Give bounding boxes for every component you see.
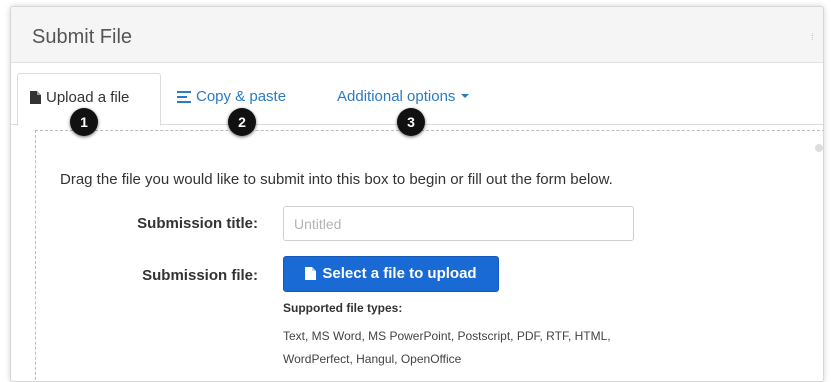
select-file-button[interactable]: Select a file to upload	[283, 256, 499, 292]
supported-types-heading: Supported file types:	[283, 301, 403, 315]
select-file-button-label: Select a file to upload	[322, 265, 477, 282]
align-left-icon	[177, 91, 191, 103]
supported-types-list: Text, MS Word, MS PowerPoint, Postscript…	[283, 329, 611, 366]
submission-title-label: Submission title:	[137, 215, 258, 232]
tab-upload-file-label: Upload a file	[46, 89, 130, 106]
caret-down-icon	[461, 94, 470, 98]
submission-file-label: Submission file:	[142, 267, 258, 284]
submit-file-panel: Submit File ⁞ Upload a file Copy & paste…	[10, 6, 824, 382]
file-icon	[30, 91, 41, 104]
panel-title: Submit File	[32, 26, 133, 48]
panel-header: Submit File ⁞	[11, 7, 823, 63]
dropzone-corner-icon	[815, 144, 823, 152]
step-badge-1: 1	[70, 108, 98, 136]
dropzone-instructions: Drag the file you would like to submit i…	[60, 171, 613, 188]
file-icon	[305, 267, 317, 280]
tab-copy-paste-label: Copy & paste	[196, 88, 287, 105]
file-dropzone[interactable]: Drag the file you would like to submit i…	[35, 130, 823, 381]
step-badge-3: 3	[397, 108, 425, 136]
submission-title-input[interactable]	[283, 206, 634, 241]
tab-additional-options-label: Additional options	[337, 88, 456, 105]
step-badge-2: 2	[228, 108, 256, 136]
resize-handle-icon[interactable]: ⁞	[811, 32, 817, 42]
